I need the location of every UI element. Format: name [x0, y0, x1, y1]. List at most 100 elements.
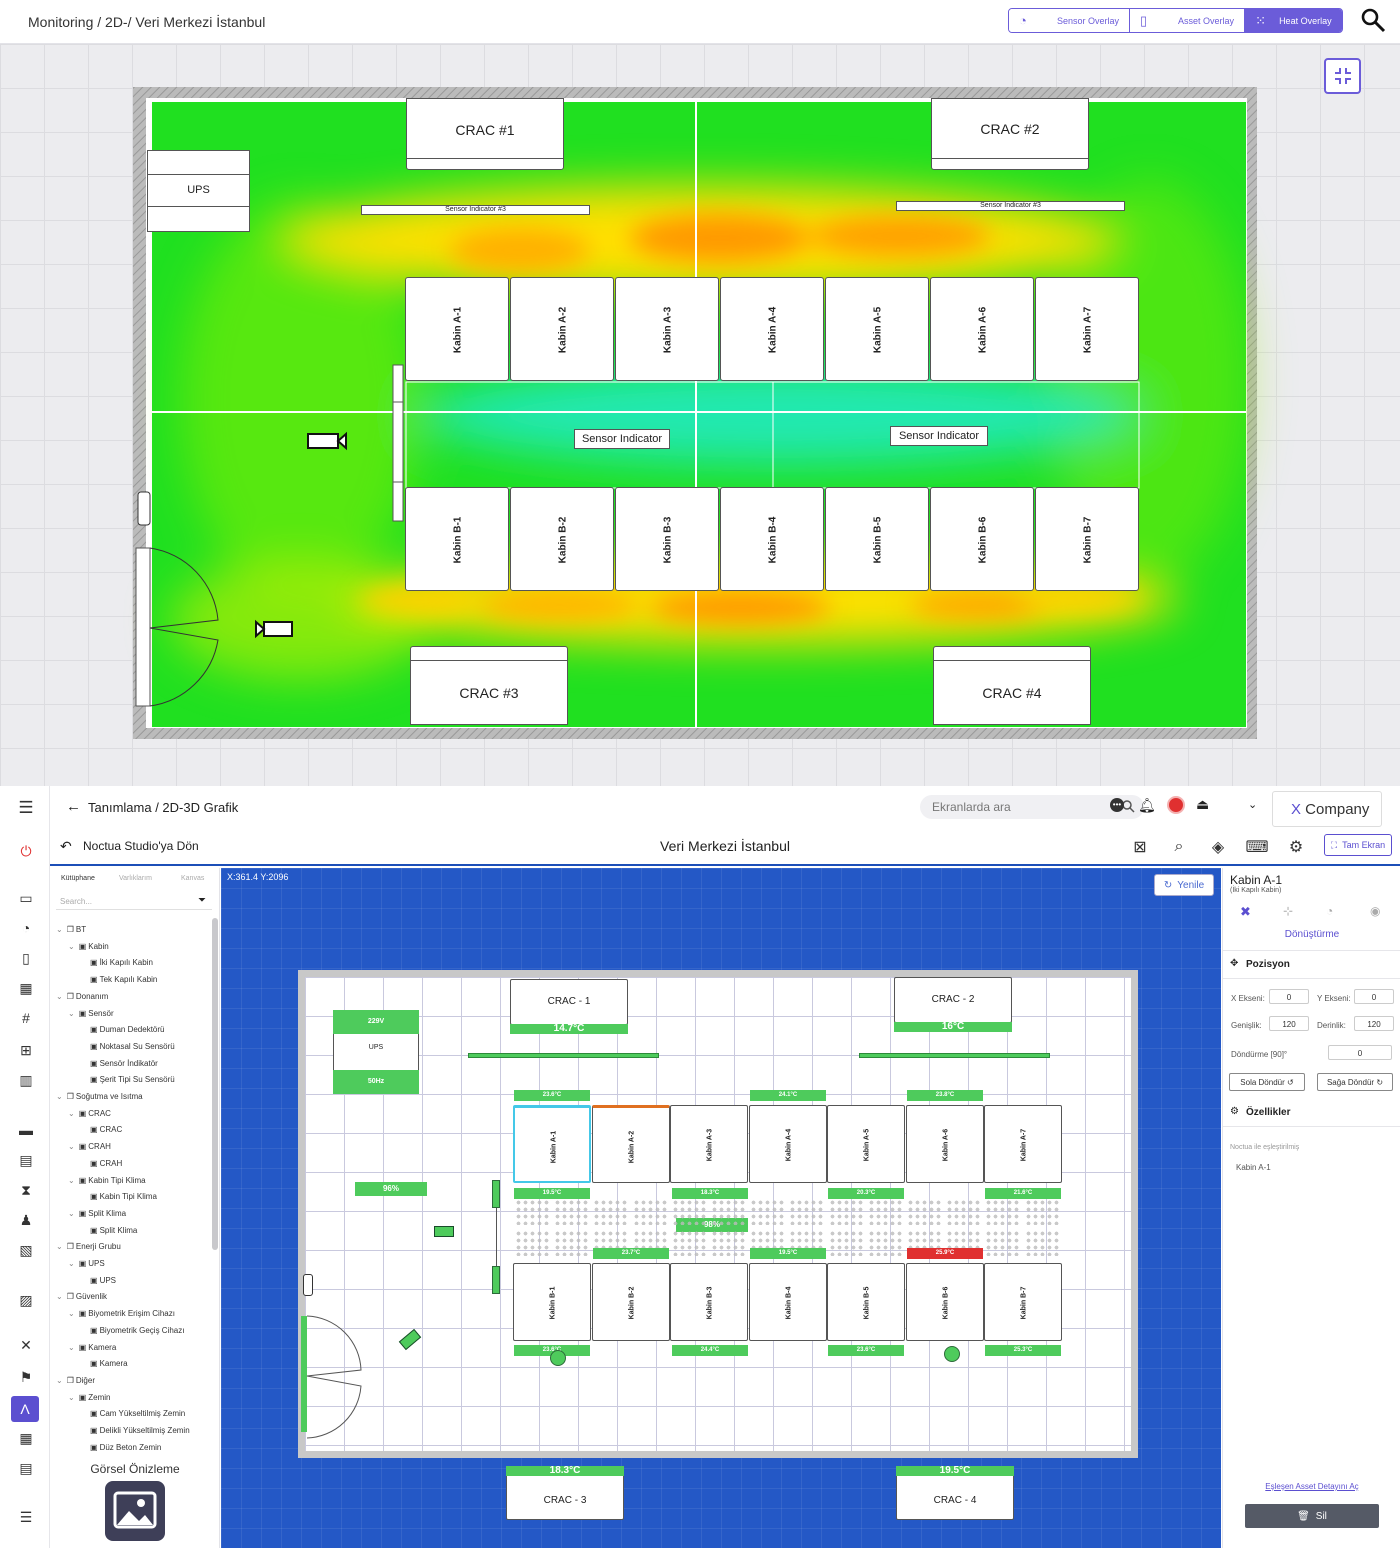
gauge-tab-icon[interactable]: ◔ [1326, 904, 1333, 918]
bell-icon[interactable]: 🔔︎ [1138, 797, 1156, 814]
rotate-left-button[interactable]: Sola Döndür ↺ [1229, 1073, 1305, 1091]
cabinet[interactable]: Kabin B-3 [670, 1263, 748, 1341]
rotate-right-button[interactable]: Sağa Döndür ↻ [1317, 1073, 1393, 1091]
tree-item[interactable]: ▣ Biyometrik Geçiş Cihazı [90, 1326, 184, 1335]
tree-item[interactable]: ⌄ ▣ UPS [68, 1259, 105, 1268]
y-axis-input[interactable]: 0 [1354, 989, 1394, 1004]
cabinet[interactable]: Kabin A-6 [905, 1105, 984, 1183]
table-icon[interactable]: ▤ [17, 1459, 35, 1477]
tree-item[interactable]: ▣ Sensör İndikatör [90, 1059, 158, 1068]
tree-item[interactable]: ⌄ ▣ Biyometrik Erişim Cihazı [68, 1309, 175, 1318]
crac-unit[interactable]: CRAC #3 [410, 646, 568, 725]
tree-item[interactable]: ▣ Split Klima [90, 1226, 137, 1235]
camera-icon[interactable] [307, 431, 347, 451]
transform-tab-icon[interactable]: ✖ [1240, 904, 1251, 920]
depth-input[interactable]: 120 [1354, 1016, 1394, 1031]
sensor-dot[interactable] [550, 1350, 566, 1366]
rotation-input[interactable]: 0 [1328, 1045, 1392, 1060]
library-search-input[interactable]: Search... [56, 892, 212, 910]
studio-icon[interactable]: Λ [11, 1396, 39, 1422]
cabinet[interactable]: Kabin B-5 [825, 487, 929, 591]
power-icon[interactable]: ⏻ [17, 842, 35, 860]
cabinet[interactable]: Kabin A-3 [670, 1105, 748, 1183]
tree-item[interactable]: ▣ UPS [90, 1276, 116, 1285]
sensor-dot[interactable] [944, 1346, 960, 1362]
sensor-strip[interactable] [468, 1053, 659, 1058]
hierarchy-tab-icon[interactable]: ⊹ [1283, 904, 1293, 918]
layers-icon[interactable]: ◈ [1203, 832, 1233, 862]
tree-item[interactable]: ▣ Cam Yükseltilmiş Zemin [90, 1409, 185, 1418]
tree-item[interactable]: ⌄ ▣ CRAC [68, 1109, 111, 1118]
chart-icon[interactable]: ▨ [17, 1291, 35, 1309]
ups-unit[interactable]: UPS [147, 150, 250, 232]
width-input[interactable]: 120 [1269, 1016, 1309, 1031]
network-icon[interactable]: ⊞ [17, 1041, 35, 1059]
flag-icon[interactable]: ⚑ [17, 1368, 35, 1386]
tree-item[interactable]: ▣ Duman Dedektörü [90, 1025, 164, 1034]
filter-icon[interactable]: ⏷ [198, 895, 206, 906]
cabinet[interactable]: Kabin B-7 [984, 1263, 1062, 1341]
crac-unit[interactable]: CRAC #2 [931, 98, 1089, 170]
tree-item[interactable]: ⌄ ▣ Kabin Tipi Klima [68, 1176, 146, 1185]
chat-icon[interactable]: ••• [1110, 798, 1124, 812]
cabinet[interactable]: Kabin B-5 [827, 1263, 905, 1341]
entrance-door[interactable] [135, 547, 151, 707]
crac-unit[interactable]: CRAC - 4 [896, 1474, 1014, 1520]
grid-icon[interactable]: # [17, 1009, 35, 1027]
back-arrow-icon[interactable]: ← [66, 798, 81, 815]
cabinet[interactable]: Kabin B-6 [905, 1263, 984, 1341]
hourglass-icon[interactable]: ⧗ [17, 1181, 35, 1199]
tree-item[interactable]: ⌄ ▣ Kamera [68, 1343, 116, 1352]
eye-tab-icon[interactable]: ◉ [1370, 904, 1380, 918]
cabinet[interactable]: Kabin A-1 [405, 277, 509, 381]
sensor-indicator[interactable]: Sensor Indicator [890, 426, 988, 446]
tree-item[interactable]: ▣ CRAH [90, 1159, 122, 1168]
crac-unit[interactable]: CRAC - 3 [506, 1474, 624, 1520]
sensor-bar[interactable]: Sensor Indicator #3 [896, 201, 1125, 211]
camera-icon[interactable] [255, 619, 293, 639]
widgets-icon[interactable]: ▦ [17, 1429, 35, 1447]
tab-library[interactable]: Kütüphane [61, 875, 95, 882]
tree-item[interactable]: ▣ Kabin Tipi Klima [90, 1192, 157, 1201]
crac-unit[interactable]: CRAC - 1 [510, 979, 628, 1025]
camera-icon[interactable] [434, 1226, 454, 1237]
cabinet[interactable]: Kabin A-2 [591, 1105, 670, 1183]
tree-item[interactable]: ⌄ ❐ Soğutma ve Isıtma [56, 1092, 143, 1101]
menu-icon[interactable]: ☰ [17, 798, 35, 817]
cabinet[interactable]: Kabin A-7 [984, 1105, 1062, 1183]
dashboard-icon[interactable]: ▦ [17, 979, 35, 997]
cabinet[interactable]: Kabin B-4 [720, 487, 824, 591]
delete-button[interactable]: 🗑︎ Sil [1245, 1504, 1379, 1528]
tree-item[interactable]: ⌄ ❐ Donanım [56, 992, 108, 1001]
cabinet[interactable]: Kabin A-5 [827, 1105, 905, 1183]
cabinet[interactable]: Kabin A-2 [510, 277, 614, 381]
sliders-icon[interactable]: ☰ [17, 1508, 35, 1526]
rack-icon[interactable]: ▯ [17, 949, 35, 967]
cabinet[interactable]: Kabin B-1 [513, 1263, 591, 1341]
tab-my-assets[interactable]: Varlıklarım [119, 875, 152, 882]
cabinet[interactable]: Kabin B-4 [748, 1263, 827, 1341]
tree-item[interactable]: ▣ İki Kapılı Kabin [90, 958, 153, 967]
crac-unit[interactable]: CRAC #4 [933, 646, 1091, 725]
chevron-down-icon[interactable]: ⌄ [1248, 798, 1257, 811]
x-axis-input[interactable]: 0 [1269, 989, 1309, 1004]
scrollbar[interactable] [212, 918, 218, 1250]
tree-item[interactable]: ⌄ ❐ BT [56, 925, 86, 934]
tree-item[interactable]: ⌄ ▣ Sensör [68, 1009, 114, 1018]
tree-item[interactable]: ⌄ ▣ Split Klima [68, 1209, 126, 1218]
side-panel[interactable] [492, 1180, 500, 1208]
fullscreen-button[interactable]: ⛶ Tam Ekran [1324, 834, 1392, 856]
gauge-icon[interactable]: ◔ [17, 919, 35, 937]
refresh-button[interactable]: ↻ Yenile [1154, 874, 1214, 896]
cabinet[interactable]: Kabin A-4 [748, 1105, 827, 1183]
tab-canvas[interactable]: Kanvas [181, 875, 204, 882]
zoom-icon[interactable]: ⌕ [1164, 832, 1194, 862]
tree-item[interactable]: ▣ Düz Beton Zemin [90, 1443, 161, 1452]
tree-item[interactable]: ⌄ ❐ Güvenlik [56, 1292, 107, 1301]
tree-item[interactable]: ▣ Noktasal Su Sensörü [90, 1042, 175, 1051]
sensor-indicator[interactable]: Sensor Indicator [574, 429, 670, 449]
grid-toggle-icon[interactable]: ⊠ [1125, 832, 1155, 862]
cabinet[interactable]: Kabin B-3 [615, 487, 719, 591]
tree-item[interactable]: ⌄ ❐ Enerji Grubu [56, 1242, 121, 1251]
tree-item[interactable]: ▣ Kamera [90, 1359, 128, 1368]
